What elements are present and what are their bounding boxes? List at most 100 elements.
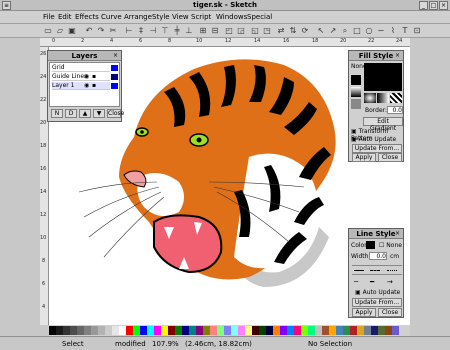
- menu-effects[interactable]: Effects: [75, 13, 99, 21]
- close-icon[interactable]: ×: [439, 1, 448, 10]
- palette-swatch[interactable]: [364, 326, 371, 335]
- radial-fill-icon[interactable]: [364, 93, 376, 103]
- fill-none-label[interactable]: None: [351, 63, 367, 73]
- close-button[interactable]: Close: [107, 109, 124, 118]
- line-color-swatch[interactable]: [366, 241, 375, 249]
- palette-swatch[interactable]: [196, 326, 203, 335]
- close-icon[interactable]: ×: [394, 52, 401, 59]
- close-button[interactable]: Close: [378, 308, 402, 317]
- palette-swatch[interactable]: [98, 326, 105, 335]
- layer-row[interactable]: Layer 1 ◉ ▪: [52, 82, 118, 90]
- palette-swatch[interactable]: [378, 326, 385, 335]
- palette-swatch[interactable]: [77, 326, 84, 335]
- palette-swatch[interactable]: [287, 326, 294, 335]
- lock-icon[interactable]: ▪: [92, 82, 96, 90]
- menu-special[interactable]: Special: [247, 13, 272, 21]
- palette-swatch[interactable]: [245, 326, 252, 335]
- polyline-icon[interactable]: ⌇: [388, 26, 398, 36]
- line-panel-header[interactable]: Line Style ×: [349, 229, 403, 239]
- palette-swatch[interactable]: [329, 326, 336, 335]
- dash-style-row[interactable]: [352, 265, 402, 275]
- close-icon[interactable]: ×: [394, 230, 401, 237]
- forward-icon[interactable]: ◱: [250, 26, 260, 36]
- pattern-fill-icon[interactable]: [351, 99, 361, 109]
- align-top-icon[interactable]: ⊤: [160, 26, 170, 36]
- width-unit[interactable]: cm: [390, 253, 399, 260]
- open-icon[interactable]: ▱: [55, 26, 65, 36]
- palette-swatch[interactable]: [252, 326, 259, 335]
- flip-v-icon[interactable]: ⇅: [288, 26, 298, 36]
- palette-swatch[interactable]: [336, 326, 343, 335]
- palette-swatch[interactable]: [133, 326, 140, 335]
- palette-swatch[interactable]: [119, 326, 126, 335]
- flip-h-icon[interactable]: ⇄: [276, 26, 286, 36]
- none-checkbox[interactable]: ☐ None: [379, 242, 402, 249]
- palette-swatch[interactable]: [280, 326, 287, 335]
- align-middle-icon[interactable]: ╪: [172, 26, 182, 36]
- rectangle-icon[interactable]: □: [352, 26, 362, 36]
- maximize-icon[interactable]: □: [429, 1, 438, 10]
- palette-swatch[interactable]: [84, 326, 91, 335]
- ungroup-icon[interactable]: ⊟: [210, 26, 220, 36]
- palette-swatch[interactable]: [231, 326, 238, 335]
- align-right-icon[interactable]: ⊣: [148, 26, 158, 36]
- palette-swatch[interactable]: [161, 326, 168, 335]
- palette-swatch[interactable]: [224, 326, 231, 335]
- width-input[interactable]: 0.0: [369, 252, 387, 260]
- palette-swatch[interactable]: [182, 326, 189, 335]
- minimize-icon[interactable]: _: [419, 1, 428, 10]
- undo-icon[interactable]: ↶: [84, 26, 94, 36]
- cut-icon[interactable]: ✂: [108, 26, 118, 36]
- align-left-icon[interactable]: ⊢: [124, 26, 134, 36]
- edit-icon[interactable]: ↗: [328, 26, 338, 36]
- palette-swatch[interactable]: [273, 326, 280, 335]
- menu-curve[interactable]: Curve: [101, 13, 122, 21]
- layer-color[interactable]: [111, 65, 118, 71]
- update-from-button[interactable]: Update From...: [352, 144, 402, 153]
- palette-swatch[interactable]: [392, 326, 399, 335]
- redo-icon[interactable]: ↷: [96, 26, 106, 36]
- border-input[interactable]: 0.0: [387, 106, 403, 114]
- close-icon[interactable]: ×: [112, 52, 119, 59]
- palette-swatch[interactable]: [217, 326, 224, 335]
- palette-swatch[interactable]: [189, 326, 196, 335]
- palette-swatch[interactable]: [266, 326, 273, 335]
- eye-icon[interactable]: ◉: [84, 73, 89, 81]
- menu-arrange[interactable]: Arrange: [124, 13, 152, 21]
- hatch-fill-icon[interactable]: [390, 93, 402, 103]
- eye-icon[interactable]: ◉: [84, 82, 89, 90]
- palette-swatch[interactable]: [112, 326, 119, 335]
- group-icon[interactable]: ⊞: [198, 26, 208, 36]
- axial-fill-icon[interactable]: [377, 93, 389, 103]
- edit-gradient-button[interactable]: Edit Gradient: [363, 117, 403, 132]
- apply-button[interactable]: Apply: [352, 153, 376, 162]
- palette-swatch[interactable]: [105, 326, 112, 335]
- palette-swatch[interactable]: [56, 326, 63, 335]
- palette-swatch[interactable]: [343, 326, 350, 335]
- layer-row[interactable]: Grid: [52, 64, 118, 72]
- delete-layer-button[interactable]: D: [65, 109, 77, 118]
- palette-swatch[interactable]: [322, 326, 329, 335]
- palette-swatch[interactable]: [140, 326, 147, 335]
- new-layer-button[interactable]: N: [51, 109, 63, 118]
- close-button[interactable]: Close: [378, 153, 402, 162]
- back-icon[interactable]: ◲: [236, 26, 246, 36]
- raise-layer-button[interactable]: ▲: [79, 109, 91, 118]
- text-icon[interactable]: T: [400, 26, 410, 36]
- palette-swatch[interactable]: [147, 326, 154, 335]
- new-icon[interactable]: ▭: [43, 26, 53, 36]
- palette-swatch[interactable]: [49, 326, 56, 335]
- backward-icon[interactable]: ◳: [262, 26, 272, 36]
- select-icon[interactable]: ↖: [316, 26, 326, 36]
- gradient-fill-icon[interactable]: [351, 87, 361, 97]
- menu-edit[interactable]: Edit: [58, 13, 72, 21]
- layers-panel-header[interactable]: Layers ×: [48, 51, 121, 61]
- palette-swatch[interactable]: [70, 326, 77, 335]
- arrow-style-row[interactable]: ─ ━ →: [352, 277, 402, 287]
- apply-button[interactable]: Apply: [352, 308, 376, 317]
- layer-color[interactable]: [111, 74, 118, 80]
- menu-windows[interactable]: Windows: [216, 13, 247, 21]
- auto-update-checkbox[interactable]: ▣ Auto Update: [355, 289, 400, 296]
- ellipse-icon[interactable]: ○: [364, 26, 374, 36]
- palette-swatch[interactable]: [308, 326, 315, 335]
